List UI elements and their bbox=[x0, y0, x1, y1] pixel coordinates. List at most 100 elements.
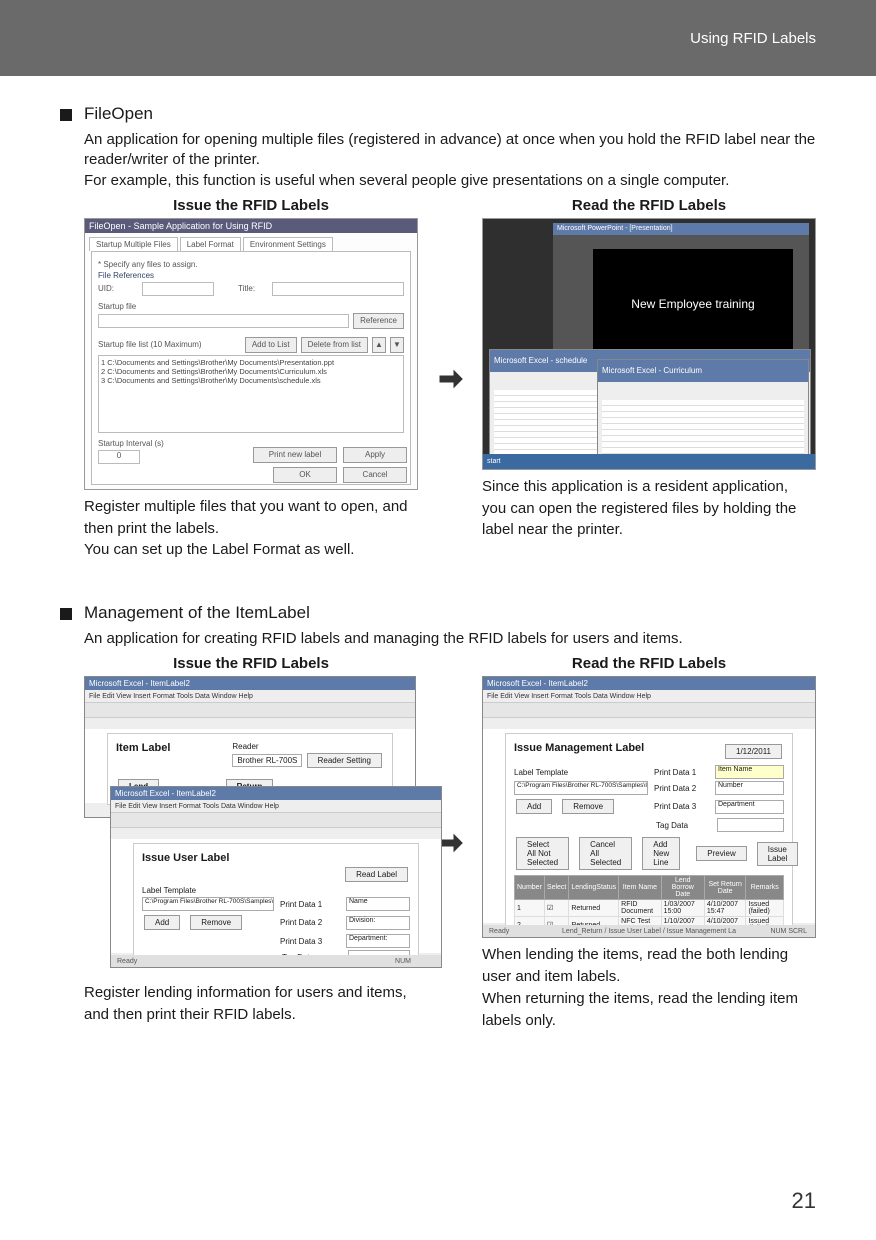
read-label-button[interactable]: Read Label bbox=[345, 867, 408, 882]
sheet-tabs[interactable]: Lend_Return / Issue User Label / Issue M… bbox=[562, 928, 736, 935]
dialog-titlebar: FileOpen - Sample Application for Using … bbox=[85, 219, 417, 233]
xwin-a-menu: File Edit View Insert Format Tools Data … bbox=[85, 690, 415, 702]
table-header: Item Name bbox=[619, 876, 662, 900]
add-button[interactable]: Add bbox=[516, 799, 552, 814]
add-button[interactable]: Add bbox=[144, 915, 180, 930]
add-line-button[interactable]: Add New Line bbox=[642, 837, 680, 870]
xwin-a-title: Microsoft Excel - ItemLabel2 bbox=[85, 677, 415, 690]
section1-desc: An application for opening multiple file… bbox=[84, 130, 816, 191]
template-path[interactable]: C:\Program Files\Brother RL-700S\Samples… bbox=[514, 781, 648, 795]
table-header: Number bbox=[515, 876, 545, 900]
title-input[interactable] bbox=[272, 282, 404, 296]
list-item[interactable]: 2 C:\Documents and Settings\Brother\My D… bbox=[101, 367, 401, 376]
remove-button[interactable]: Remove bbox=[190, 915, 242, 930]
section-itemlabel: Management of the ItemLabel bbox=[60, 603, 816, 623]
statusbar-num: NUM bbox=[395, 958, 411, 965]
uid-label: UID: bbox=[98, 284, 138, 293]
table-header: Set Return Date bbox=[704, 876, 746, 900]
pd2-label: Print Data 2 bbox=[280, 918, 340, 927]
select-all-button[interactable]: Select All Not Selected bbox=[516, 837, 569, 870]
tab-labelformat[interactable]: Label Format bbox=[180, 237, 241, 251]
tag-select[interactable] bbox=[717, 818, 784, 832]
pd2-select[interactable]: Division: bbox=[346, 916, 410, 930]
section2-desc: An application for creating RFID labels … bbox=[84, 629, 816, 649]
template-path[interactable]: C:\Program Files\Brother RL-700S\Samples… bbox=[142, 897, 274, 911]
pd3-select[interactable]: Department bbox=[715, 800, 784, 814]
pd3-label: Print Data 3 bbox=[280, 937, 340, 946]
preview-button[interactable]: Preview bbox=[696, 846, 746, 861]
title-label: Title: bbox=[238, 284, 268, 293]
file-listbox[interactable]: 1 C:\Documents and Settings\Brother\My D… bbox=[98, 355, 404, 433]
date-field: 1/12/2011 bbox=[725, 744, 782, 759]
interval-input[interactable]: 0 bbox=[98, 450, 140, 464]
reader-value: Brother RL-700S bbox=[232, 754, 302, 767]
cancel-all-button[interactable]: Cancel All Selected bbox=[579, 837, 632, 870]
bullet-icon bbox=[60, 608, 72, 620]
pd3-select[interactable]: Department: bbox=[346, 934, 410, 948]
browse-button[interactable]: Reference bbox=[353, 313, 404, 329]
sec1-right-caption: Since this application is a resident app… bbox=[482, 476, 816, 541]
xwin-c-menu: File Edit View Insert Format Tools Data … bbox=[483, 690, 815, 702]
pd1-select[interactable]: Name bbox=[346, 897, 410, 911]
sec2-left-title: Issue the RFID Labels bbox=[84, 655, 418, 672]
arrow-icon bbox=[436, 197, 464, 561]
section-fileopen: FileOpen bbox=[60, 104, 816, 124]
table-header: Remarks bbox=[746, 876, 784, 900]
remove-button[interactable]: Remove bbox=[562, 799, 614, 814]
sec2-right-title: Read the RFID Labels bbox=[482, 655, 816, 672]
move-up-button[interactable]: ▲ bbox=[372, 337, 386, 353]
ppt-titlebar: Microsoft PowerPoint - [Presentation] bbox=[553, 223, 809, 235]
uid-input[interactable] bbox=[142, 282, 214, 296]
delete-from-list-button[interactable]: Delete from list bbox=[301, 337, 368, 353]
startup-file-input[interactable] bbox=[98, 314, 349, 328]
print-new-label-button[interactable]: Print new label bbox=[253, 447, 337, 463]
template-label: Label Template bbox=[142, 886, 196, 895]
header-title: Using RFID Labels bbox=[690, 30, 816, 47]
listhdr: Startup file list (10 Maximum) bbox=[98, 340, 241, 349]
ok-button[interactable]: OK bbox=[273, 467, 337, 483]
table-header: LendingStatus bbox=[569, 876, 619, 900]
issue-label-button[interactable]: Issue Label bbox=[757, 842, 799, 866]
list-item[interactable]: 1 C:\Documents and Settings\Brother\My D… bbox=[101, 358, 401, 367]
pd1-select[interactable]: Item Name bbox=[715, 765, 784, 779]
mgmt-label-heading: Issue Management Label bbox=[514, 742, 644, 761]
tab-env[interactable]: Environment Settings bbox=[243, 237, 333, 251]
specify-label: * Specify any files to assign. bbox=[98, 260, 404, 269]
statusbar-ready: Ready bbox=[117, 958, 137, 965]
cancel-button[interactable]: Cancel bbox=[343, 467, 407, 483]
excel-stack-thumb: Microsoft Excel - ItemLabel2 File Edit V… bbox=[84, 676, 418, 976]
table-row: 1☑ReturnedRFID Document1/03/2007 15:004/… bbox=[515, 900, 784, 917]
section1-heading: FileOpen bbox=[84, 104, 153, 124]
template-label: Label Template bbox=[514, 768, 584, 777]
fileopen-dialog-thumb: FileOpen - Sample Application for Using … bbox=[84, 218, 418, 490]
statusbar-numscrl: NUM SCRL bbox=[770, 928, 807, 935]
sec1-right-title: Read the RFID Labels bbox=[482, 197, 816, 214]
table-header: Lend Borrow Date bbox=[661, 876, 704, 900]
tab-startup[interactable]: Startup Multiple Files bbox=[89, 237, 178, 251]
move-down-button[interactable]: ▼ bbox=[390, 337, 404, 353]
apply-button[interactable]: Apply bbox=[343, 447, 407, 463]
pd1-label: Print Data 1 bbox=[280, 900, 340, 909]
ppt-slide: New Employee training bbox=[593, 249, 793, 359]
excel-userlabel-window: Microsoft Excel - ItemLabel2 File Edit V… bbox=[110, 786, 442, 968]
file-ref-group: File References bbox=[98, 271, 404, 280]
sec1-left-title: Issue the RFID Labels bbox=[84, 197, 418, 214]
desktop-thumb: Microsoft PowerPoint - [Presentation] Ne… bbox=[482, 218, 816, 470]
excel2-titlebar: Microsoft Excel - Curriculum bbox=[598, 360, 808, 382]
add-to-list-button[interactable]: Add to List bbox=[245, 337, 297, 353]
section2-heading: Management of the ItemLabel bbox=[84, 603, 310, 623]
xwin-b-menu: File Edit View Insert Format Tools Data … bbox=[111, 800, 441, 812]
reader-label: Reader bbox=[232, 742, 384, 751]
tag-label: Tag Data bbox=[656, 821, 711, 830]
pd2-select[interactable]: Number bbox=[715, 781, 784, 795]
list-item[interactable]: 3 C:\Documents and Settings\Brother\My D… bbox=[101, 376, 401, 385]
table-header: Select bbox=[544, 876, 568, 900]
page-header: Using RFID Labels bbox=[0, 0, 876, 76]
item-label-heading: Item Label bbox=[116, 742, 170, 754]
reader-setting-button[interactable]: Reader Setting bbox=[307, 753, 382, 768]
sec1-left-caption: Register multiple files that you want to… bbox=[84, 496, 418, 561]
xwin-c-title: Microsoft Excel - ItemLabel2 bbox=[483, 677, 815, 690]
sec2-left-caption: Register lending information for users a… bbox=[84, 982, 418, 1026]
excel-management-window: Microsoft Excel - ItemLabel2 File Edit V… bbox=[482, 676, 816, 938]
bullet-icon bbox=[60, 109, 72, 121]
